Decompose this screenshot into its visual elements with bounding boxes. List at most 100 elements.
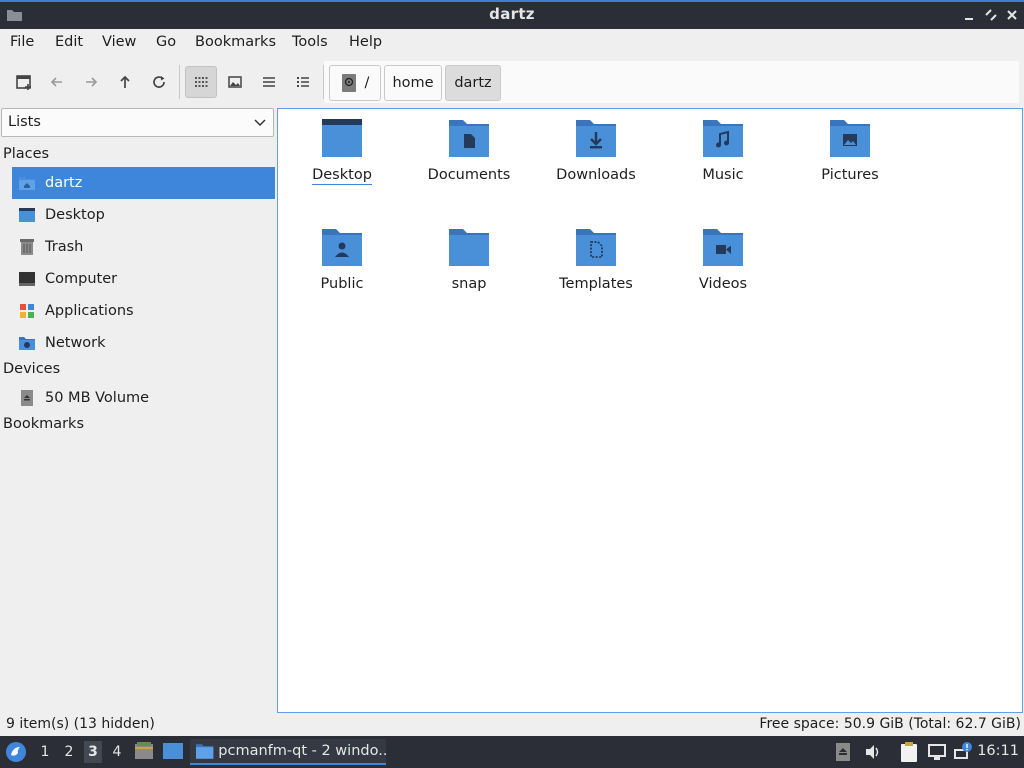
desktop-icon (19, 208, 35, 222)
title-bar[interactable]: dartz (0, 0, 1024, 29)
close-icon (1007, 10, 1017, 20)
file-item-documents[interactable]: Documents (414, 117, 524, 184)
new-tab-button[interactable] (8, 66, 40, 98)
forward-button[interactable] (75, 66, 107, 98)
sidebar-item-volume[interactable]: 50 MB Volume (12, 382, 275, 414)
file-item-desktop[interactable]: Desktop (287, 117, 397, 185)
reload-icon (153, 76, 165, 88)
file-item-public[interactable]: Public (287, 226, 397, 293)
menu-bookmarks[interactable]: Bookmarks (195, 34, 276, 50)
clock[interactable]: 16:11 (977, 743, 1019, 759)
file-manager-launcher-icon[interactable] (134, 741, 154, 761)
minimize-button[interactable] (961, 7, 977, 23)
back-button[interactable] (41, 66, 73, 98)
menu-bar: File Edit View Go Bookmarks Tools Help (0, 29, 1024, 57)
menu-file[interactable]: File (10, 34, 34, 50)
clipboard-icon[interactable] (900, 741, 918, 763)
chevron-down-icon (254, 119, 266, 127)
home-folder-icon (19, 177, 35, 190)
list-icon (263, 77, 275, 87)
image-icon (228, 76, 242, 88)
new-tab-icon (16, 75, 31, 90)
removable-drive-icon (21, 390, 33, 406)
sidebar-mode-select[interactable]: Lists (1, 108, 274, 137)
taskbar: 1 2 3 4 pcmanfm-qt - 2 windo... 16:11 (0, 736, 1024, 768)
sidebar-item-label: Trash (45, 239, 84, 255)
sidebar-item-label: Computer (45, 271, 118, 287)
file-item-pictures[interactable]: Pictures (795, 117, 905, 184)
arrow-left-icon (50, 77, 62, 87)
desktop-switch-1[interactable]: 1 (36, 744, 54, 760)
sidebar-item-label: Desktop (45, 207, 105, 223)
file-name: snap (451, 276, 487, 292)
icon-view-button[interactable] (185, 66, 217, 98)
sidebar-item-desktop[interactable]: Desktop (12, 199, 275, 231)
compact-view-button[interactable] (253, 66, 285, 98)
sidebar-item-applications[interactable]: Applications (12, 295, 275, 327)
desktop-folder-icon (322, 119, 362, 157)
sidebar-item-label: Network (45, 335, 106, 351)
network-folder-icon (19, 337, 35, 350)
detailed-view-button[interactable] (287, 66, 319, 98)
file-item-snap[interactable]: snap (414, 226, 524, 293)
file-item-templates[interactable]: Templates (541, 226, 651, 293)
file-item-videos[interactable]: Videos (668, 226, 778, 293)
file-view[interactable]: Desktop Documents Downloads Music Pictur… (277, 108, 1023, 713)
folder-icon (449, 229, 489, 266)
folder-icon (195, 744, 214, 759)
breadcrumb-dartz[interactable]: dartz (445, 65, 501, 101)
close-button[interactable] (1004, 7, 1020, 23)
desktop-switch-3[interactable]: 3 (84, 741, 102, 763)
file-item-downloads[interactable]: Downloads (541, 117, 651, 184)
drive-icon (341, 74, 356, 92)
breadcrumb-home[interactable]: home (384, 65, 442, 101)
detailed-list-icon (297, 77, 309, 87)
menu-view[interactable]: View (102, 34, 136, 50)
file-name: Desktop (312, 167, 372, 185)
notification-icon[interactable] (953, 741, 973, 761)
maximize-button[interactable] (983, 7, 999, 23)
file-name: Downloads (556, 167, 636, 183)
volume-icon[interactable] (864, 743, 882, 761)
file-name: Templates (559, 276, 633, 292)
arrow-right-icon (86, 77, 98, 87)
start-menu-icon[interactable] (5, 741, 27, 763)
toolbar: / home dartz (0, 57, 1024, 107)
menu-go[interactable]: Go (156, 34, 176, 50)
path-bar: / home dartz (324, 61, 1019, 103)
sidebar-item-computer[interactable]: Computer (12, 263, 275, 295)
file-name: Music (702, 167, 744, 183)
music-folder-icon (703, 120, 743, 157)
task-button-pcmanfm[interactable]: pcmanfm-qt - 2 windo... (190, 739, 386, 765)
window-title: dartz (489, 5, 535, 23)
network-tray-icon[interactable] (927, 743, 947, 761)
desktop-switch-4[interactable]: 4 (108, 744, 126, 760)
minimize-icon (965, 18, 973, 20)
computer-icon (19, 272, 35, 286)
up-button[interactable] (109, 66, 141, 98)
sidebar-item-label: Applications (45, 303, 134, 319)
sidebar-item-network[interactable]: Network (12, 327, 275, 359)
breadcrumb-root[interactable]: / (329, 65, 381, 101)
menu-tools[interactable]: Tools (292, 34, 328, 50)
applications-icon (20, 304, 34, 318)
sidebar-item-dartz[interactable]: dartz (12, 167, 275, 199)
sidebar-item-trash[interactable]: Trash (12, 231, 275, 263)
desktop-switch-2[interactable]: 2 (60, 744, 78, 760)
grid-icon (195, 77, 208, 87)
pictures-folder-icon (830, 120, 870, 157)
public-folder-icon (322, 229, 362, 266)
removable-media-tray-icon[interactable] (835, 742, 851, 762)
sidebar-mode-value: Lists (8, 114, 41, 130)
sidebar-item-label: dartz (45, 175, 83, 191)
devices-header: Devices (3, 361, 61, 377)
thumbnail-view-button[interactable] (219, 66, 251, 98)
show-desktop-icon[interactable] (162, 742, 184, 760)
downloads-folder-icon (576, 120, 616, 157)
reload-button[interactable] (143, 66, 175, 98)
status-item-count: 9 item(s) (13 hidden) (6, 716, 155, 732)
menu-help[interactable]: Help (349, 34, 382, 50)
menu-edit[interactable]: Edit (55, 34, 83, 50)
breadcrumb-root-label: / (364, 75, 370, 91)
file-item-music[interactable]: Music (668, 117, 778, 184)
